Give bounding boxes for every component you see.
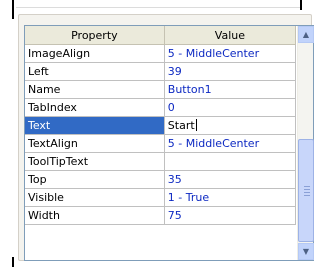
property-value[interactable]: 1 - True xyxy=(164,188,297,207)
property-name[interactable]: Visible xyxy=(25,188,165,207)
property-name[interactable]: Name xyxy=(25,80,165,99)
property-value[interactable]: 5 - MiddleCenter xyxy=(164,44,297,63)
property-row-tooltiptext[interactable]: ToolTipText xyxy=(25,152,297,171)
arrow-up-icon: ▲ xyxy=(302,30,310,39)
property-name[interactable]: TabIndex xyxy=(25,98,165,117)
property-value-editor[interactable]: Start xyxy=(164,116,297,135)
property-value[interactable]: Button1 xyxy=(164,80,297,99)
property-value-edit-text[interactable]: Start xyxy=(168,119,195,132)
grip-line-icon xyxy=(304,195,310,196)
scroll-down-button[interactable]: ▼ xyxy=(298,243,314,260)
frame-right-edge xyxy=(300,0,302,10)
property-row-text[interactable]: Text Start xyxy=(25,116,297,135)
vertical-scrollbar[interactable]: ▲ ▼ xyxy=(297,26,314,260)
grip-line-icon xyxy=(304,189,310,190)
frame-top-edge xyxy=(16,7,300,8)
property-row-name[interactable]: Name Button1 xyxy=(25,80,297,99)
frame-left-edge-bottom xyxy=(12,257,17,267)
property-row-left[interactable]: Left 39 xyxy=(25,62,297,81)
value-column-header[interactable]: Value xyxy=(164,26,297,45)
property-name[interactable]: Width xyxy=(25,206,165,225)
scroll-thumb[interactable] xyxy=(298,139,314,242)
property-value[interactable] xyxy=(164,152,297,171)
arrow-down-icon: ▼ xyxy=(302,247,310,256)
frame-left-edge-top xyxy=(12,0,17,19)
property-table: Property Value ImageAlign 5 - MiddleCent… xyxy=(25,26,297,225)
property-value[interactable]: 39 xyxy=(164,62,297,81)
property-name[interactable]: ToolTipText xyxy=(25,152,165,171)
header-row: Property Value xyxy=(25,26,297,45)
property-value[interactable]: 0 xyxy=(164,98,297,117)
property-name-selected[interactable]: Text xyxy=(25,116,165,135)
property-row-tabindex[interactable]: TabIndex 0 xyxy=(25,98,297,117)
grip-line-icon xyxy=(304,192,310,193)
property-name[interactable]: TextAlign xyxy=(25,134,165,153)
scroll-up-button[interactable]: ▲ xyxy=(298,26,314,43)
property-row-imagealign[interactable]: ImageAlign 5 - MiddleCenter xyxy=(25,44,297,63)
property-grid[interactable]: Property Value ImageAlign 5 - MiddleCent… xyxy=(24,25,314,261)
property-row-top[interactable]: Top 35 xyxy=(25,170,297,189)
property-name[interactable]: Top xyxy=(25,170,165,189)
property-name[interactable]: Left xyxy=(25,62,165,81)
property-row-textalign[interactable]: TextAlign 5 - MiddleCenter xyxy=(25,134,297,153)
property-row-width[interactable]: Width 75 xyxy=(25,206,297,225)
property-value[interactable]: 75 xyxy=(164,206,297,225)
grip-line-icon xyxy=(304,186,310,187)
property-name[interactable]: ImageAlign xyxy=(25,44,165,63)
property-value[interactable]: 5 - MiddleCenter xyxy=(164,134,297,153)
text-caret xyxy=(195,119,197,131)
property-column-header[interactable]: Property xyxy=(25,26,165,45)
property-value[interactable]: 35 xyxy=(164,170,297,189)
property-row-visible[interactable]: Visible 1 - True xyxy=(25,188,297,207)
